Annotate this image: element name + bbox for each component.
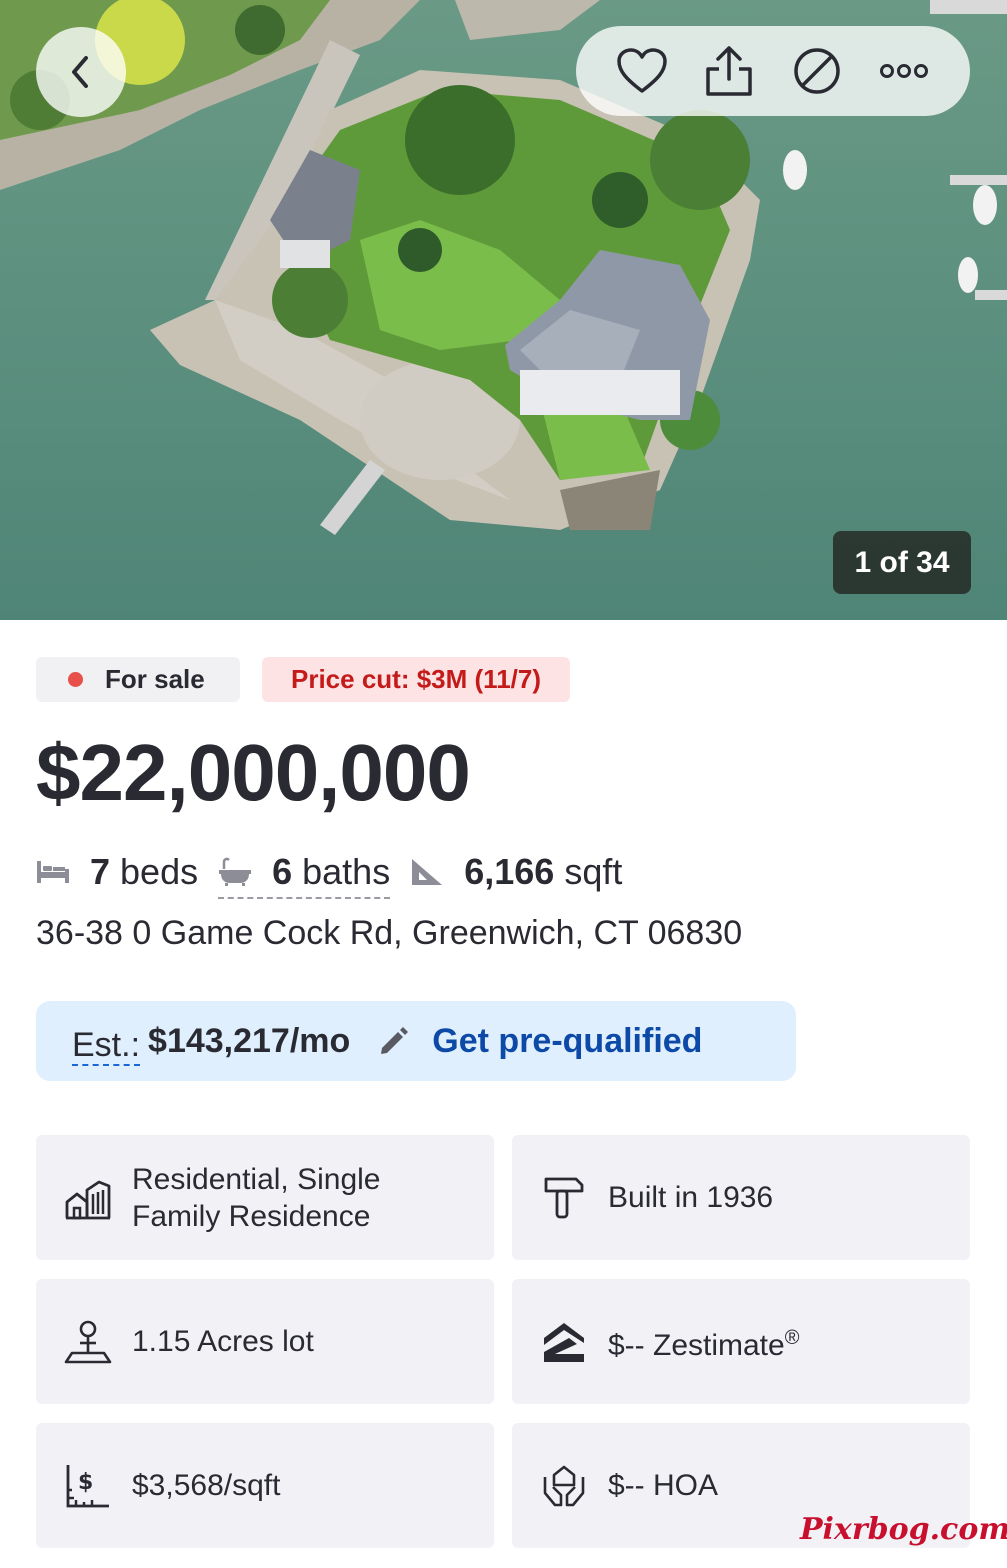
bathtub-icon <box>218 857 252 887</box>
for-sale-label: For sale <box>105 664 205 694</box>
baths-fact[interactable]: 6 baths <box>218 851 391 899</box>
status-chips: For sale Price cut: $3M (11/7) <box>36 657 570 702</box>
back-button[interactable] <box>36 27 126 117</box>
price-per-sqft-label: $3,568/sqft <box>132 1469 281 1502</box>
beds-label: beds <box>120 851 199 892</box>
save-favorite-button[interactable] <box>612 41 672 101</box>
hero-photo[interactable]: 1 of 34 <box>0 0 1007 620</box>
more-icon <box>880 64 929 78</box>
property-type-label: Residential, Single Family Residence <box>132 1161 380 1235</box>
estimate-label[interactable]: Est.: <box>72 1026 141 1066</box>
bed-icon <box>36 859 70 885</box>
chevron-left-icon <box>72 56 88 88</box>
property-type-tile: Residential, Single Family Residence <box>36 1135 494 1260</box>
beds-count: 7 <box>90 851 111 892</box>
baths-count: 6 <box>272 851 293 892</box>
building-icon <box>64 1174 112 1222</box>
beds-fact: 7 beds <box>36 851 198 893</box>
tree-lot-icon <box>64 1318 112 1366</box>
share-icon <box>706 46 752 96</box>
listing-actions <box>576 26 970 116</box>
get-prequalified-link[interactable]: Get pre-qualified <box>432 1022 702 1061</box>
estimate-amount: $143,217/mo <box>148 1021 351 1060</box>
baths-label: baths <box>302 851 391 892</box>
listing-price: $22,000,000 <box>36 728 471 817</box>
zestimate-logo-icon <box>540 1318 588 1366</box>
area-ruler-icon <box>410 857 444 887</box>
registered-mark: ® <box>784 1326 800 1349</box>
share-button[interactable] <box>699 41 759 101</box>
year-built-label: Built in 1936 <box>608 1181 774 1214</box>
year-built-tile: Built in 1936 <box>512 1135 970 1260</box>
price-per-sqft-tile: $ $3,568/sqft <box>36 1423 494 1548</box>
ruler-dollar-icon: $ <box>64 1462 112 1510</box>
heart-icon <box>617 48 667 93</box>
sqft-label: sqft <box>564 851 623 892</box>
bottom-fade <box>0 1545 1007 1568</box>
property-type-line-2: Family Residence <box>132 1199 371 1233</box>
zestimate-label: $-- Zestimate® <box>608 1320 799 1364</box>
status-dot-icon <box>68 672 83 687</box>
pencil-icon[interactable] <box>376 1024 410 1058</box>
hide-listing-button[interactable] <box>787 41 847 101</box>
price-cut-badge: Price cut: $3M (11/7) <box>262 657 570 702</box>
svg-text:$: $ <box>78 1470 93 1495</box>
monthly-estimate-banner: Est.: $143,217/mo Get pre-qualified <box>36 1001 796 1081</box>
lot-size-tile: 1.15 Acres lot <box>36 1279 494 1404</box>
sqft-fact: 6,166 sqft <box>410 851 622 893</box>
hoa-label: $-- HOA <box>608 1469 719 1502</box>
more-options-button[interactable] <box>874 41 934 101</box>
zestimate-tile[interactable]: $-- Zestimate® <box>512 1279 970 1404</box>
hammer-icon <box>540 1174 588 1222</box>
hands-house-icon <box>540 1462 588 1510</box>
watermark: Pixrbog.com <box>800 1512 1007 1547</box>
for-sale-badge: For sale <box>36 657 240 702</box>
hide-icon <box>794 48 840 94</box>
property-type-line-1: Residential, Single <box>132 1162 381 1196</box>
lot-size-label: 1.15 Acres lot <box>132 1325 314 1358</box>
listing-address: 36-38 0 Game Cock Rd, Greenwich, CT 0683… <box>36 914 743 952</box>
sqft-count: 6,166 <box>464 851 555 892</box>
home-facts: 7 beds 6 baths 6,166 sqft <box>36 846 622 899</box>
photo-counter: 1 of 34 <box>833 531 971 594</box>
zestimate-text: $-- Zestimate <box>608 1328 785 1362</box>
